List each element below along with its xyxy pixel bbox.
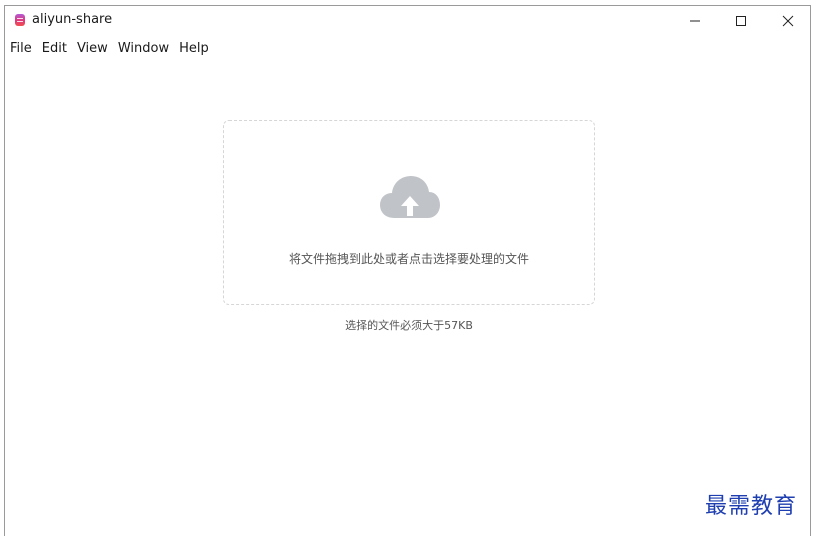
maximize-icon (736, 16, 746, 26)
app-logo-icon (15, 14, 25, 26)
file-size-hint: 选择的文件必须大于57KB (345, 319, 473, 332)
menu-edit[interactable]: Edit (37, 39, 72, 59)
close-icon (782, 15, 794, 27)
drop-instruction: 将文件拖拽到此处或者点击选择要处理的文件 (288, 252, 529, 266)
menu-window[interactable]: Window (113, 39, 174, 59)
minimize-icon (690, 20, 700, 22)
cloud-upload-icon (380, 176, 440, 218)
menu-bar: File Edit View Window Help (5, 38, 214, 60)
file-drop-zone[interactable]: 将文件拖拽到此处或者点击选择要处理的文件 (223, 120, 595, 305)
app-window: aliyun-share File Edit View Window Help (4, 5, 811, 536)
close-button[interactable] (765, 6, 811, 36)
menu-help[interactable]: Help (174, 39, 214, 59)
menu-file[interactable]: File (5, 39, 37, 59)
window-title: aliyun-share (32, 12, 113, 27)
title-bar[interactable]: aliyun-share (5, 6, 810, 36)
watermark: 最需教育 (705, 494, 798, 519)
minimize-button[interactable] (672, 6, 718, 36)
menu-view[interactable]: View (72, 39, 113, 59)
maximize-button[interactable] (718, 6, 764, 36)
